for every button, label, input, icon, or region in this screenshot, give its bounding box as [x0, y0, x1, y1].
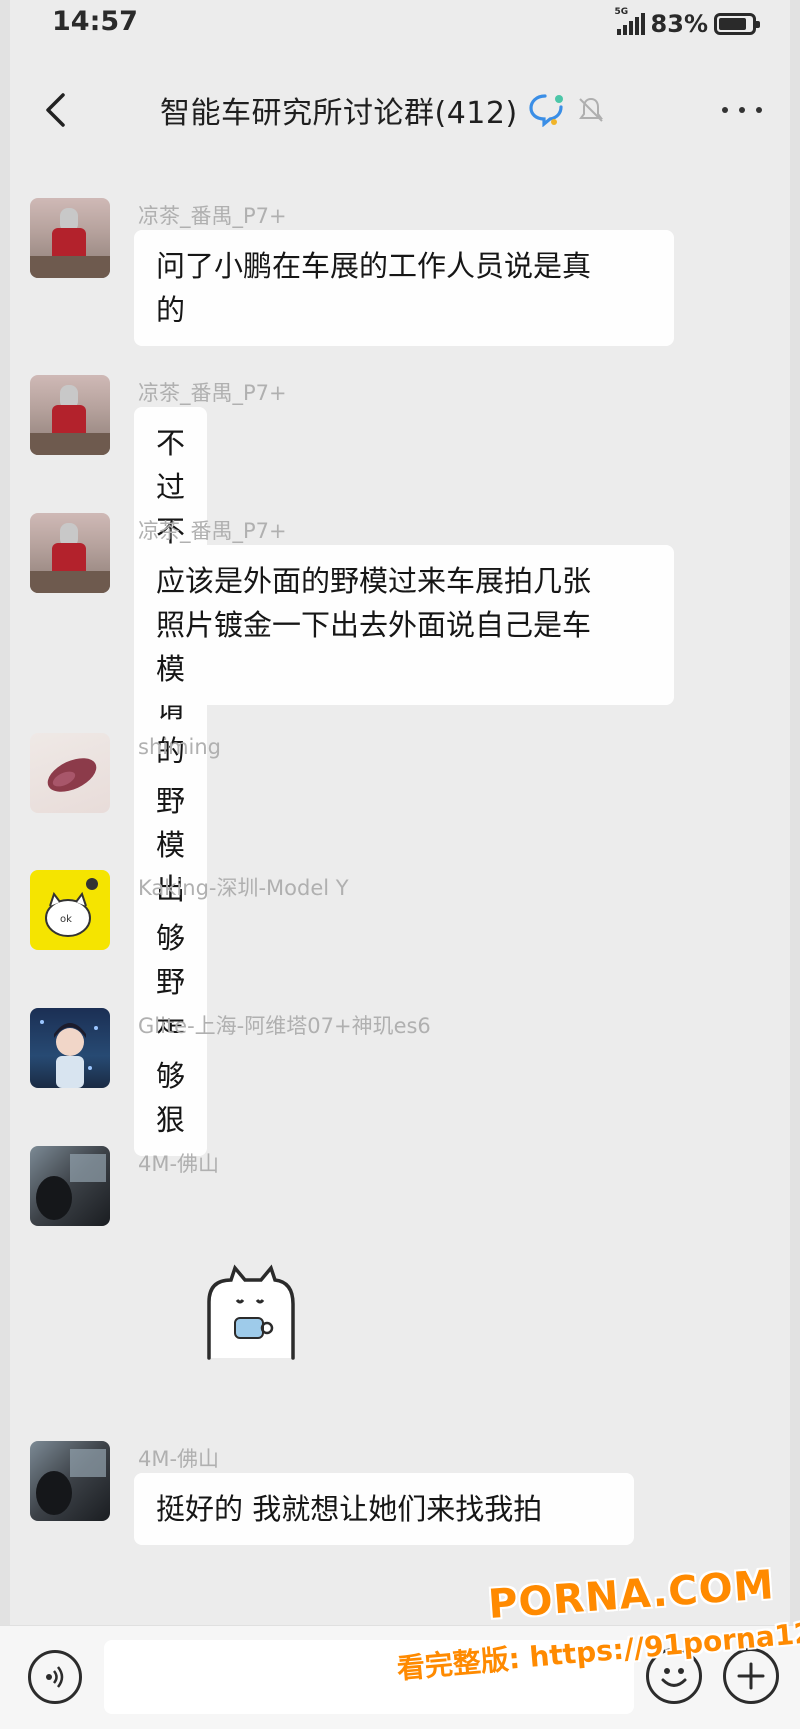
message-line: 模	[156, 652, 186, 686]
group-chat-icon	[529, 94, 563, 127]
avatar[interactable]	[30, 1441, 110, 1521]
avatar[interactable]: ok	[30, 870, 110, 950]
sender-name: shiming	[138, 735, 222, 759]
svg-text:ok: ok	[60, 914, 72, 925]
sender-name: 凉茶_番禺_P7+	[138, 204, 287, 228]
message-line: 挺好的 我就想让她们来找我拍	[156, 1492, 543, 1526]
message-line: 问了小鹏在车展的工作人员说是真	[156, 249, 592, 283]
chat-title-group[interactable]: 智能车研究所讨论群(412)	[160, 88, 606, 132]
message-line: 的	[156, 293, 186, 327]
avatar[interactable]	[30, 1146, 110, 1226]
screen-edge-right	[790, 0, 800, 1729]
message-line: 应该是外面的野模过来车展拍几张	[156, 564, 592, 598]
message-line: 够狠	[156, 1059, 186, 1137]
signal-icon: 5G	[615, 7, 645, 35]
message-line: 够野	[156, 921, 186, 999]
status-indicators: 5G 83%	[615, 7, 760, 40]
chat-header: 智能车研究所讨论群(412)	[0, 70, 800, 150]
sender-name: Glite-上海-阿维塔07+神玑es6	[138, 1014, 431, 1038]
screen-edge-left	[0, 0, 10, 1729]
message-bubble[interactable]: 够野	[134, 902, 208, 1018]
cat-with-cup-sticker[interactable]	[195, 1258, 305, 1368]
sender-name: 4M-佛山	[138, 1447, 220, 1471]
message-bubble[interactable]: 挺好的 我就想让她们来找我拍	[134, 1473, 634, 1545]
mute-bell-icon	[578, 97, 603, 122]
message-bubble[interactable]: 问了小鹏在车展的工作人员说是真 的	[134, 230, 674, 346]
message-bubble[interactable]: 应该是外面的野模过来车展拍几张 照片镀金一下出去外面说自己是车 模	[134, 545, 674, 705]
sender-name: Kaking-深圳-Model Y	[138, 876, 349, 900]
avatar[interactable]	[30, 513, 110, 593]
message-line: 照片镀金一下出去外面说自己是车	[156, 608, 592, 642]
avatar[interactable]	[30, 1008, 110, 1088]
chat-title: 智能车研究所讨论群(412)	[160, 96, 518, 131]
avatar[interactable]	[30, 733, 110, 813]
status-time: 14:57	[52, 6, 138, 37]
avatar[interactable]	[30, 375, 110, 455]
battery-icon	[714, 13, 760, 35]
message-bubble[interactable]: 够狠	[134, 1040, 208, 1156]
sender-name: 凉茶_番禺_P7+	[138, 381, 287, 405]
chevron-left-icon[interactable]	[38, 90, 72, 130]
battery-percent: 83%	[650, 10, 708, 38]
voice-icon[interactable]	[28, 1650, 82, 1704]
sender-name: 4M-佛山	[138, 1152, 220, 1176]
avatar[interactable]	[30, 198, 110, 278]
chat-screen: 14:57 5G 83% 智能车研究所讨论群(412) 凉茶_番禺_P7+ 问了…	[0, 0, 800, 1729]
more-dots-icon[interactable]	[722, 98, 762, 122]
status-bar: 14:57 5G 83%	[0, 0, 800, 48]
sender-name: 凉茶_番禺_P7+	[138, 519, 287, 543]
